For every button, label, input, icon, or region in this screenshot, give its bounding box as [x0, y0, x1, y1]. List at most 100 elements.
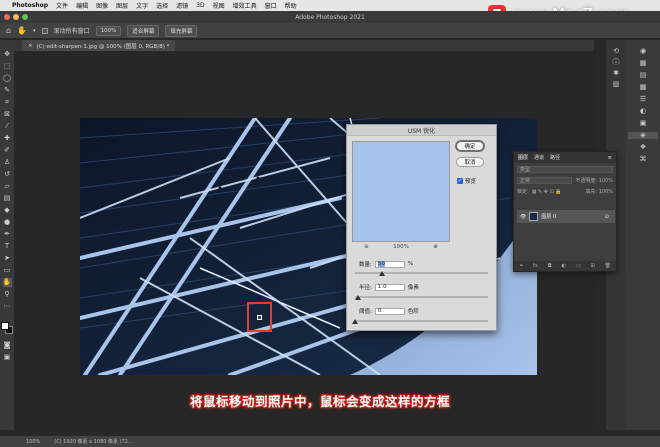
hand-tool-icon[interactable]: ✋	[17, 26, 27, 35]
channels-panel-icon[interactable]: ❖	[640, 144, 646, 151]
type-tool-icon[interactable]: T	[3, 242, 12, 251]
dialog-title-bar[interactable]: USM 锐化	[347, 125, 496, 136]
zoom-100-button[interactable]: 100%	[95, 25, 122, 36]
menu-plugins[interactable]: 增效工具	[233, 1, 257, 10]
zoom-tool-icon[interactable]: ⚲	[3, 290, 12, 299]
screen-mode-icon[interactable]: ▣	[3, 353, 12, 362]
gradient-tool-icon[interactable]: ▤	[3, 194, 12, 203]
move-tool-icon[interactable]: ✥	[3, 50, 12, 59]
info-icon[interactable]: ⓘ	[613, 59, 620, 66]
layer-kind-filter[interactable]: 类型	[517, 166, 613, 173]
menu-filter[interactable]: 滤镜	[176, 1, 188, 10]
new-layer-icon[interactable]: ⊞	[591, 263, 595, 269]
tab-paths[interactable]: 路径	[550, 154, 560, 161]
menu-image[interactable]: 图像	[96, 1, 108, 10]
dodge-tool-icon[interactable]: ●	[3, 218, 12, 227]
zoom-window-button[interactable]	[22, 14, 28, 20]
foreground-color-swatch[interactable]	[1, 322, 9, 330]
layers-panel-icon[interactable]: ◈	[628, 132, 658, 139]
hand-tool-panel-icon[interactable]: ✋	[2, 278, 12, 287]
color-panel-icon[interactable]: ◉	[640, 48, 646, 55]
tool-preset-chevron-icon[interactable]: ▾	[33, 28, 36, 34]
minimize-window-button[interactable]	[13, 14, 19, 20]
add-mask-icon[interactable]: ◘	[548, 263, 552, 269]
frame-tool-icon[interactable]: ⊠	[3, 110, 12, 119]
lasso-tool-icon[interactable]: ◯	[3, 74, 12, 83]
quick-mask-icon[interactable]: ◙	[3, 341, 12, 350]
scroll-all-windows-checkbox[interactable]	[41, 27, 48, 34]
amount-slider[interactable]	[355, 271, 488, 276]
radius-slider-handle[interactable]	[354, 295, 361, 300]
crop-tool-icon[interactable]: ⌗	[3, 98, 12, 107]
tab-layers[interactable]: 图层	[518, 154, 528, 161]
menu-file[interactable]: 文件	[56, 1, 68, 10]
close-tab-icon[interactable]: ×	[28, 43, 33, 49]
fill-field[interactable]: 填充: 100%	[585, 188, 613, 195]
menu-type[interactable]: 文字	[136, 1, 148, 10]
preview-toggle[interactable]: ✓ 预览	[457, 177, 476, 185]
delete-layer-icon[interactable]: 🗑	[605, 263, 611, 269]
menu-window[interactable]: 窗口	[265, 1, 277, 10]
threshold-input[interactable]: 0	[374, 307, 405, 315]
path-select-tool-icon[interactable]: ➤	[3, 254, 12, 263]
threshold-slider[interactable]	[352, 319, 488, 324]
gradients-panel-icon[interactable]: ▤	[640, 72, 647, 79]
close-window-button[interactable]	[4, 14, 10, 20]
menu-3d[interactable]: 3D	[196, 2, 204, 9]
radius-slider[interactable]	[354, 295, 488, 300]
layer-name[interactable]: 图层 0	[541, 213, 556, 220]
zoom-in-icon[interactable]: ⊕	[433, 244, 438, 250]
patterns-panel-icon[interactable]: ▩	[640, 84, 647, 91]
radius-input[interactable]: 1.0	[374, 283, 405, 291]
amount-input[interactable]: 50	[374, 260, 405, 268]
tab-channels[interactable]: 通道	[534, 154, 544, 161]
eraser-tool-icon[interactable]: ▱	[3, 182, 12, 191]
paths-panel-icon[interactable]: ⌘	[640, 156, 647, 163]
history-brush-tool-icon[interactable]: ↺	[3, 170, 12, 179]
pen-tool-icon[interactable]: ✒	[3, 230, 12, 239]
clone-stamp-tool-icon[interactable]: ♙	[3, 158, 12, 167]
status-zoom[interactable]: 100%	[26, 439, 40, 445]
layer-style-icon[interactable]: fx	[533, 263, 538, 269]
menu-help[interactable]: 帮助	[285, 1, 297, 10]
lock-icons[interactable]: ▦ ✎ ✥ ⊡ 🔒	[532, 189, 562, 195]
layer-row[interactable]: 👁 图层 0 ⊙	[517, 210, 615, 223]
document-tab[interactable]: × (C) edit-sharpen-1.jpg @ 100% (图层 0, R…	[22, 40, 176, 51]
fill-screen-button[interactable]: 填充屏幕	[165, 24, 198, 37]
rectangle-tool-icon[interactable]: ▭	[3, 266, 12, 275]
menu-layer[interactable]: 图层	[116, 1, 128, 10]
preview-checkbox[interactable]: ✓	[457, 178, 463, 184]
properties-panel-icon[interactable]: ☰	[640, 96, 646, 103]
libraries-panel-icon[interactable]: ▣	[640, 120, 647, 127]
more-tools-icon[interactable]: ⋯	[3, 302, 12, 311]
healing-brush-tool-icon[interactable]: ✚	[3, 134, 12, 143]
link-layers-icon[interactable]: ⚭	[519, 263, 523, 269]
menu-view[interactable]: 视图	[213, 1, 225, 10]
swatches-panel-icon[interactable]: ▦	[640, 60, 647, 67]
marquee-tool-icon[interactable]: ⬚	[3, 62, 12, 71]
ok-button[interactable]: 确定	[456, 141, 484, 151]
new-group-icon[interactable]: ▭	[576, 263, 581, 269]
filter-preview-window[interactable]	[352, 141, 450, 242]
fit-screen-button[interactable]: 适合屏幕	[127, 24, 160, 37]
history-icon[interactable]: ⟲	[613, 48, 619, 55]
adjustment-layer-icon[interactable]: ◐	[562, 263, 566, 269]
opacity-field[interactable]: 不透明度: 100%	[575, 177, 613, 184]
amount-slider-handle[interactable]	[378, 271, 385, 276]
blend-mode-select[interactable]: 正常	[517, 177, 573, 184]
menu-app-name[interactable]: Photoshop	[12, 2, 48, 9]
cancel-button[interactable]: 取消	[456, 157, 484, 167]
menu-select[interactable]: 选择	[156, 1, 168, 10]
brush-tool-icon[interactable]: ✐	[3, 146, 12, 155]
threshold-slider-handle[interactable]	[352, 319, 358, 324]
eyedropper-tool-icon[interactable]: ⁄	[3, 122, 12, 131]
blur-tool-icon[interactable]: ◆	[3, 206, 12, 215]
panel-menu-icon[interactable]: ≡	[608, 155, 612, 161]
zoom-out-icon[interactable]: ⊖	[364, 244, 369, 250]
adjustments-panel-icon[interactable]: ◐	[640, 108, 646, 115]
quick-select-tool-icon[interactable]: ✎	[3, 86, 12, 95]
visibility-eye-icon[interactable]: 👁	[520, 214, 526, 220]
menu-edit[interactable]: 编辑	[76, 1, 88, 10]
color-swatches[interactable]	[1, 322, 13, 334]
libraries-icon[interactable]: ▥	[613, 81, 620, 88]
